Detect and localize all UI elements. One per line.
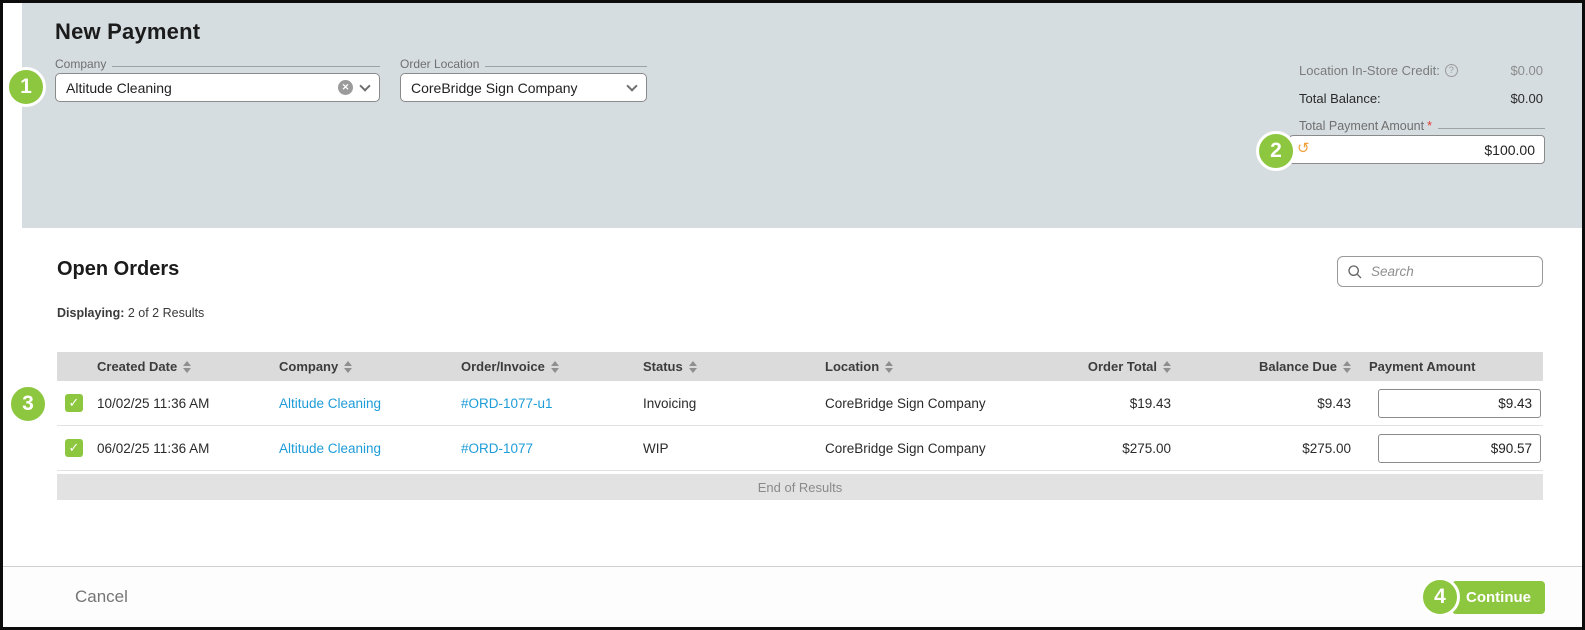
- company-field-group: Company Altitude Cleaning ✕: [55, 57, 380, 102]
- required-asterisk: *: [1427, 119, 1432, 133]
- sort-icon[interactable]: [688, 360, 697, 373]
- annotation-badge-4: 4: [1420, 577, 1460, 617]
- chevron-down-icon[interactable]: [359, 79, 371, 92]
- new-payment-page: New Payment Company Altitude Cleaning ✕ …: [0, 0, 1585, 630]
- cell-status: Invoicing: [643, 395, 697, 411]
- cell-balance-due: $275.00: [1302, 440, 1351, 456]
- chevron-down-icon[interactable]: [626, 79, 638, 92]
- company-select[interactable]: Altitude Cleaning ✕: [55, 73, 380, 102]
- table-row: ✓ 10/02/25 11:36 AM Altitude Cleaning #O…: [57, 381, 1543, 426]
- company-value: Altitude Cleaning: [66, 79, 172, 96]
- sort-icon[interactable]: [344, 360, 353, 373]
- col-header-order-invoice[interactable]: Order/Invoice: [451, 359, 633, 374]
- order-location-select[interactable]: CoreBridge Sign Company: [400, 73, 647, 102]
- col-header-order-total[interactable]: Order Total: [995, 359, 1179, 374]
- cell-balance-due: $9.43: [1317, 395, 1351, 411]
- open-orders-table: Created Date Company Order/Invoice Statu…: [57, 352, 1543, 500]
- cell-location: CoreBridge Sign Company: [825, 440, 986, 456]
- results-count: Displaying: 2 of 2 Results: [57, 306, 204, 320]
- col-header-company[interactable]: Company: [269, 359, 451, 374]
- total-balance-value: $0.00: [1510, 91, 1543, 106]
- company-link[interactable]: Altitude Cleaning: [279, 441, 381, 456]
- order-invoice-link[interactable]: #ORD-1077: [461, 441, 533, 456]
- payment-amount-input[interactable]: [1378, 433, 1541, 463]
- row-checkbox[interactable]: ✓: [65, 439, 83, 457]
- annotation-badge-3: 3: [8, 384, 48, 424]
- company-label: Company: [55, 57, 107, 71]
- col-header-location[interactable]: Location: [815, 359, 995, 374]
- undo-icon[interactable]: ↺: [1297, 139, 1310, 157]
- col-header-balance-due[interactable]: Balance Due: [1179, 359, 1359, 374]
- col-header-status[interactable]: Status: [633, 359, 815, 374]
- credit-value: $0.00: [1510, 63, 1543, 78]
- cell-created-date: 06/02/25 11:36 AM: [97, 440, 210, 456]
- end-of-results: End of Results: [57, 474, 1543, 500]
- footer-bar: Cancel Continue: [3, 566, 1582, 627]
- label-underline: [485, 66, 647, 67]
- row-checkbox[interactable]: ✓: [65, 394, 83, 412]
- sort-icon[interactable]: [183, 360, 192, 373]
- total-balance-label: Total Balance:: [1299, 91, 1381, 106]
- cell-status: WIP: [643, 440, 669, 456]
- table-row: ✓ 06/02/25 11:36 AM Altitude Cleaning #O…: [57, 426, 1543, 471]
- sort-icon[interactable]: [550, 360, 559, 373]
- search-icon: [1348, 264, 1362, 278]
- payment-amount-input[interactable]: [1378, 388, 1541, 418]
- credit-label: Location In-Store Credit:: [1299, 63, 1440, 78]
- total-payment-label: Total Payment Amount: [1299, 119, 1425, 133]
- col-header-payment-amount: Payment Amount: [1369, 359, 1476, 374]
- continue-button[interactable]: Continue: [1452, 580, 1545, 614]
- clear-icon[interactable]: ✕: [338, 80, 353, 95]
- col-header-created-date[interactable]: Created Date: [87, 359, 269, 374]
- cell-location: CoreBridge Sign Company: [825, 395, 986, 411]
- order-location-value: CoreBridge Sign Company: [411, 79, 578, 96]
- cell-order-total: $19.43: [1129, 395, 1171, 411]
- annotation-badge-1: 1: [6, 67, 46, 107]
- displaying-value: 2 of 2 Results: [127, 306, 205, 320]
- table-header-row: Created Date Company Order/Invoice Statu…: [57, 352, 1543, 381]
- label-underline: [112, 66, 380, 67]
- order-location-field-group: Order Location CoreBridge Sign Company: [400, 57, 647, 102]
- annotation-badge-2: 2: [1256, 131, 1296, 171]
- sort-icon[interactable]: [1343, 360, 1351, 373]
- payment-summary: Location In-Store Credit: ? $0.00 Total …: [1289, 63, 1545, 164]
- payment-header-panel: New Payment Company Altitude Cleaning ✕ …: [22, 3, 1582, 228]
- order-invoice-link[interactable]: #ORD-1077-u1: [461, 396, 553, 411]
- label-underline: [1437, 128, 1545, 129]
- displaying-label: Displaying:: [57, 306, 125, 320]
- order-location-label: Order Location: [400, 57, 480, 71]
- help-icon[interactable]: ?: [1444, 64, 1458, 77]
- cancel-button[interactable]: Cancel: [75, 587, 128, 607]
- search-input[interactable]: [1371, 264, 1550, 279]
- sort-icon[interactable]: [1163, 360, 1171, 373]
- cell-created-date: 10/02/25 11:36 AM: [97, 395, 210, 411]
- total-payment-input[interactable]: [1289, 135, 1545, 164]
- sort-icon[interactable]: [885, 360, 894, 373]
- search-box: [1337, 256, 1550, 287]
- company-link[interactable]: Altitude Cleaning: [279, 396, 381, 411]
- open-orders-title: Open Orders: [57, 258, 180, 280]
- cell-order-total: $275.00: [1122, 440, 1171, 456]
- page-title: New Payment: [55, 19, 201, 44]
